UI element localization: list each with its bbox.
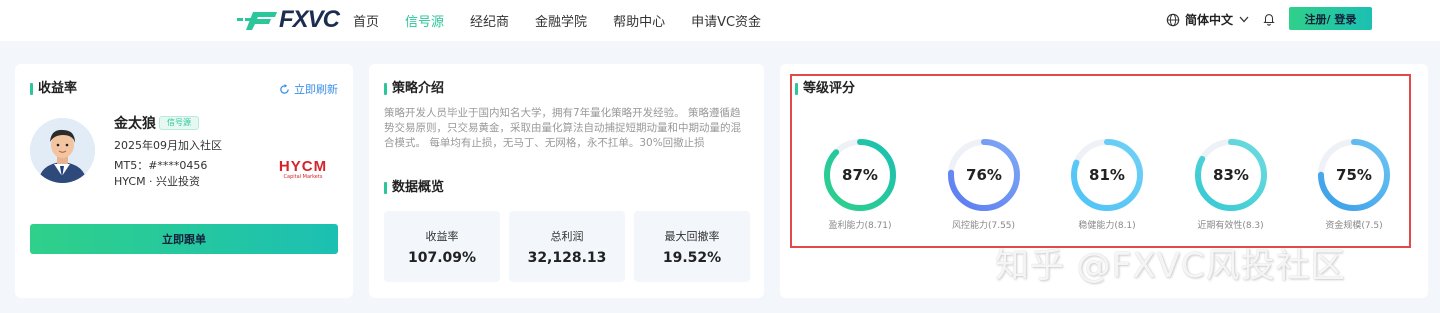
highlight-box xyxy=(790,74,1411,248)
strategy-card: 策略介绍 策略开发人员毕业于国内知名大学，拥有7年量化策略开发经验。 策略遵循趋… xyxy=(369,64,764,298)
hycm-logo-subtext: Capital Markets xyxy=(283,174,323,180)
overview-title: 数据概览 xyxy=(384,180,444,196)
strategy-description: 策略开发人员毕业于国内知名大学，拥有7年量化策略开发经验。 策略遵循趋势交易原则… xyxy=(384,107,741,149)
stat-label: 最大回撤率 xyxy=(664,230,720,243)
nav-help[interactable]: 帮助中心 xyxy=(613,11,665,30)
nav-signals[interactable]: 信号源 xyxy=(405,11,444,30)
stat-value: 19.52% xyxy=(662,250,722,266)
refresh-button[interactable]: 立即刷新 xyxy=(279,81,338,97)
hycm-logo-text: HYCM xyxy=(278,158,328,175)
strategy-card-title: 策略介绍 xyxy=(384,81,444,97)
stat-value: 107.09% xyxy=(407,250,477,266)
stat-label: 总利润 xyxy=(550,230,584,243)
bell-icon[interactable] xyxy=(1262,12,1276,26)
refresh-label: 立即刷新 xyxy=(294,83,338,96)
fxvc-logo[interactable]: FXVC xyxy=(237,6,340,33)
stat-value: 32,128.13 xyxy=(527,250,607,266)
follow-trade-button[interactable]: 立即跟单 xyxy=(30,224,338,254)
main-nav: 首页 信号源 经纪商 金融学院 帮助中心 申请VC资金 xyxy=(353,0,787,41)
stat-total-profit: 总利润 32,128.13 xyxy=(509,211,625,282)
stat-label: 收益率 xyxy=(425,230,459,243)
broker-info: HYCM · 兴业投资 xyxy=(114,175,201,188)
chevron-down-icon xyxy=(1239,16,1249,23)
top-header: FXVC 首页 信号源 经纪商 金融学院 帮助中心 申请VC资金 简体中文 注册… xyxy=(0,0,1440,41)
globe-icon xyxy=(1166,13,1180,26)
signal-source-badge: 信号源 xyxy=(159,116,199,130)
nav-home[interactable]: 首页 xyxy=(353,11,379,30)
join-date: 2025年09月加入社区 xyxy=(114,139,222,152)
register-login-button[interactable]: 注册/ 登录 xyxy=(1289,7,1372,30)
stat-max-drawdown: 最大回撤率 19.52% xyxy=(634,211,750,282)
hycm-logo: HYCM Capital Markets xyxy=(277,159,329,181)
nav-academy[interactable]: 金融学院 xyxy=(535,11,587,30)
trader-avatar xyxy=(30,118,95,183)
mt5-account: MT5：#****0456 xyxy=(114,159,208,172)
logo-mark-icon xyxy=(237,12,277,30)
logo-text: FXVC xyxy=(279,6,340,33)
stat-yield: 收益率 107.09% xyxy=(384,211,500,282)
language-selector[interactable]: 简体中文 xyxy=(1166,11,1249,28)
nav-brokers[interactable]: 经纪商 xyxy=(470,11,509,30)
nav-apply-vc[interactable]: 申请VC资金 xyxy=(691,11,761,30)
watermark-text: 知乎 @FXVC风投社区 xyxy=(995,246,1346,286)
yield-card-title: 收益率 xyxy=(30,81,77,97)
refresh-icon xyxy=(280,83,289,94)
trader-name: 金太狼 xyxy=(114,116,156,132)
yield-card: 收益率 立即刷新 金太狼 信号源 2025年09月加入社区 MT5：#****0… xyxy=(15,64,353,298)
stats-row: 收益率 107.09% 总利润 32,128.13 最大回撤率 19.52% xyxy=(384,211,759,282)
language-label: 简体中文 xyxy=(1185,13,1234,27)
